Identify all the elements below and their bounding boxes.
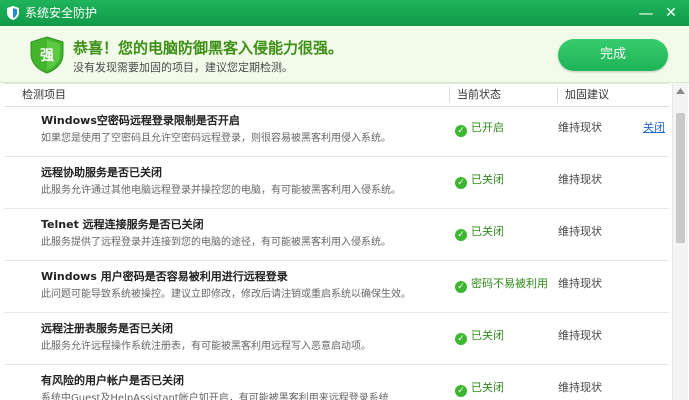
- item-description: 此服务提供了远程登录并连接到您的电脑的途径，有可能被黑客利用入侵系统。: [41, 237, 391, 248]
- status-cell: ✓ 已关闭: [455, 173, 504, 189]
- check-icon: ✓: [455, 125, 467, 137]
- shield-strong-icon: 强: [30, 36, 64, 74]
- check-icon: ✓: [455, 281, 467, 293]
- table-row[interactable]: 远程注册表服务是否已关闭 此服务允许远程操作系统注册表，有可能被黑客利用远程写入…: [4, 313, 669, 365]
- item-title: Windows 用户密码是否容易被利用进行远程登录: [41, 270, 288, 283]
- shield-app-icon: [7, 6, 19, 20]
- title-bar[interactable]: 系统安全防护 — ✕: [0, 0, 689, 26]
- status-text: 已开启: [471, 121, 504, 134]
- table-row[interactable]: Windows 用户密码是否容易被利用进行远程登录 此问题可能导致系统被操控。建…: [4, 261, 669, 313]
- table-row[interactable]: Windows空密码远程登录限制是否开启 如果您是使用了空密码且允许空密码远程登…: [4, 105, 669, 157]
- suggestion-text: 维持现状: [558, 329, 602, 342]
- done-button[interactable]: 完成: [558, 39, 668, 71]
- close-feature-link[interactable]: 关闭: [643, 121, 665, 135]
- vertical-scrollbar[interactable]: [672, 83, 688, 400]
- table-row[interactable]: Telnet 远程连接服务是否已关闭 此服务提供了远程登录并连接到您的电脑的途径…: [4, 209, 669, 261]
- result-subline: 没有发现需要加固的项目，建议您定期检测。: [73, 61, 293, 74]
- scroll-thumb[interactable]: [676, 113, 685, 243]
- item-title: Windows空密码远程登录限制是否开启: [41, 114, 240, 127]
- status-text: 已关闭: [471, 381, 504, 394]
- close-button[interactable]: ✕: [660, 3, 682, 23]
- item-description: 此问题可能导致系统被操控。建议立即修改，修改后请注销或重启系统以确保生效。: [41, 289, 411, 300]
- header-divider: [449, 87, 450, 103]
- item-description: 此服务允许远程操作系统注册表，有可能被黑客利用远程写入恶意启动项。: [41, 341, 371, 352]
- check-list: Windows空密码远程登录限制是否开启 如果您是使用了空密码且允许空密码远程登…: [4, 105, 669, 400]
- header-item[interactable]: 检测项目: [22, 84, 66, 106]
- scroll-up-arrow-icon[interactable]: [675, 86, 686, 96]
- shield-label: 强: [40, 48, 54, 64]
- status-text: 已关闭: [471, 329, 504, 342]
- item-title: 远程协助服务是否已关闭: [41, 166, 162, 179]
- table-row[interactable]: 有风险的用户帐户是否已关闭 系统中Guest及HelpAssistant帐户如开…: [4, 365, 669, 400]
- item-title: Telnet 远程连接服务是否已关闭: [41, 218, 204, 231]
- check-icon: ✓: [455, 177, 467, 189]
- status-text: 已关闭: [471, 173, 504, 186]
- suggestion-text: 维持现状: [558, 381, 602, 394]
- item-description: 此服务允许通过其他电脑远程登录并操控您的电脑，有可能被黑客利用入侵系统。: [41, 185, 401, 196]
- status-text: 已关闭: [471, 225, 504, 238]
- security-window: 系统安全防护 — ✕ 强 恭喜！您的电脑防御黑客入侵能力很强。 没有发现需要加固…: [0, 0, 689, 400]
- status-text: 密码不易被利用: [471, 277, 548, 290]
- suggestion-text: 维持现状: [558, 225, 602, 238]
- result-banner: 强 恭喜！您的电脑防御黑客入侵能力很强。 没有发现需要加固的项目，建议您定期检测…: [0, 26, 689, 83]
- result-headline: 恭喜！您的电脑防御黑客入侵能力很强。: [73, 39, 344, 57]
- header-divider: [557, 87, 558, 103]
- check-icon: ✓: [455, 229, 467, 241]
- status-cell: ✓ 已开启: [455, 121, 504, 137]
- suggestion-text: 维持现状: [558, 173, 602, 186]
- check-icon: ✓: [455, 333, 467, 345]
- header-status[interactable]: 当前状态: [457, 84, 501, 106]
- item-description: 如果您是使用了空密码且允许空密码远程登录，则很容易被黑客利用侵入系统。: [41, 133, 391, 144]
- window-title: 系统安全防护: [25, 6, 98, 20]
- check-icon: ✓: [455, 385, 467, 397]
- suggestion-text: 维持现状: [558, 121, 602, 134]
- suggestion-text: 维持现状: [558, 277, 602, 290]
- status-cell: ✓ 已关闭: [455, 381, 504, 397]
- minimize-button[interactable]: —: [635, 3, 657, 23]
- table-row[interactable]: 远程协助服务是否已关闭 此服务允许通过其他电脑远程登录并操控您的电脑，有可能被黑…: [4, 157, 669, 209]
- table-header: 检测项目 当前状态 加固建议: [4, 83, 669, 107]
- status-cell: ✓ 已关闭: [455, 329, 504, 345]
- status-cell: ✓ 密码不易被利用: [455, 277, 548, 293]
- item-description: 系统中Guest及HelpAssistant帐户如开启，有可能被黑客利用来远程登…: [41, 393, 389, 400]
- header-suggestion[interactable]: 加固建议: [565, 84, 609, 106]
- status-cell: ✓ 已关闭: [455, 225, 504, 241]
- item-title: 有风险的用户帐户是否已关闭: [41, 374, 184, 387]
- item-title: 远程注册表服务是否已关闭: [41, 322, 173, 335]
